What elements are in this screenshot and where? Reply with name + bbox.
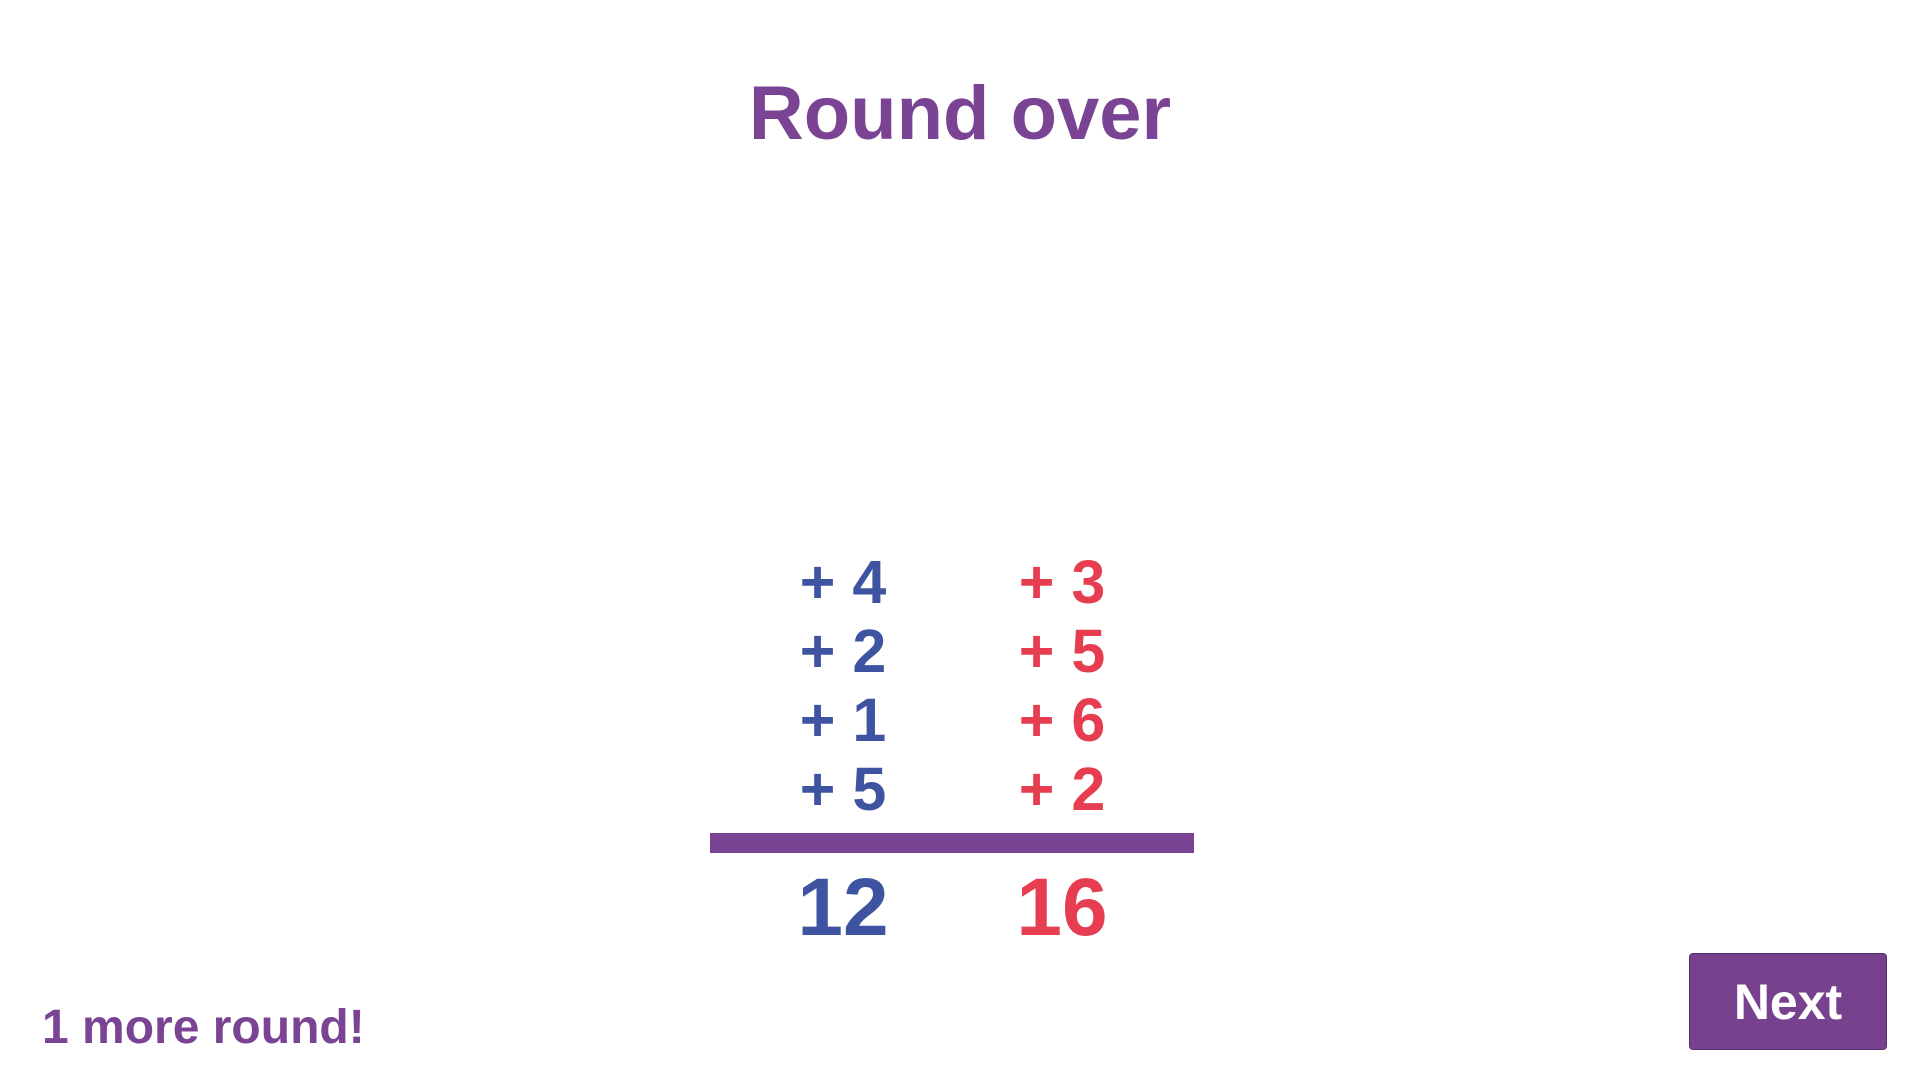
rounds-remaining: 1 more round! bbox=[42, 1001, 365, 1054]
player-1-total: 12 bbox=[797, 862, 889, 953]
page-title: Round over bbox=[748, 71, 1172, 156]
sum-divider bbox=[710, 833, 1194, 853]
addend: + 1 bbox=[799, 686, 887, 754]
addend: + 5 bbox=[1018, 617, 1106, 685]
addend: + 2 bbox=[1018, 755, 1106, 823]
player-2-addends: + 3 + 5 + 6 + 2 bbox=[962, 548, 1162, 824]
addend: + 6 bbox=[1018, 686, 1106, 754]
player-2-total: 16 bbox=[1016, 862, 1108, 953]
addend: + 2 bbox=[799, 617, 887, 685]
addend: + 4 bbox=[799, 548, 887, 616]
next-button[interactable]: Next bbox=[1689, 953, 1887, 1050]
addend: + 5 bbox=[799, 755, 887, 823]
addend: + 3 bbox=[1018, 548, 1106, 616]
player-1-addends: + 4 + 2 + 1 + 5 bbox=[743, 548, 943, 824]
